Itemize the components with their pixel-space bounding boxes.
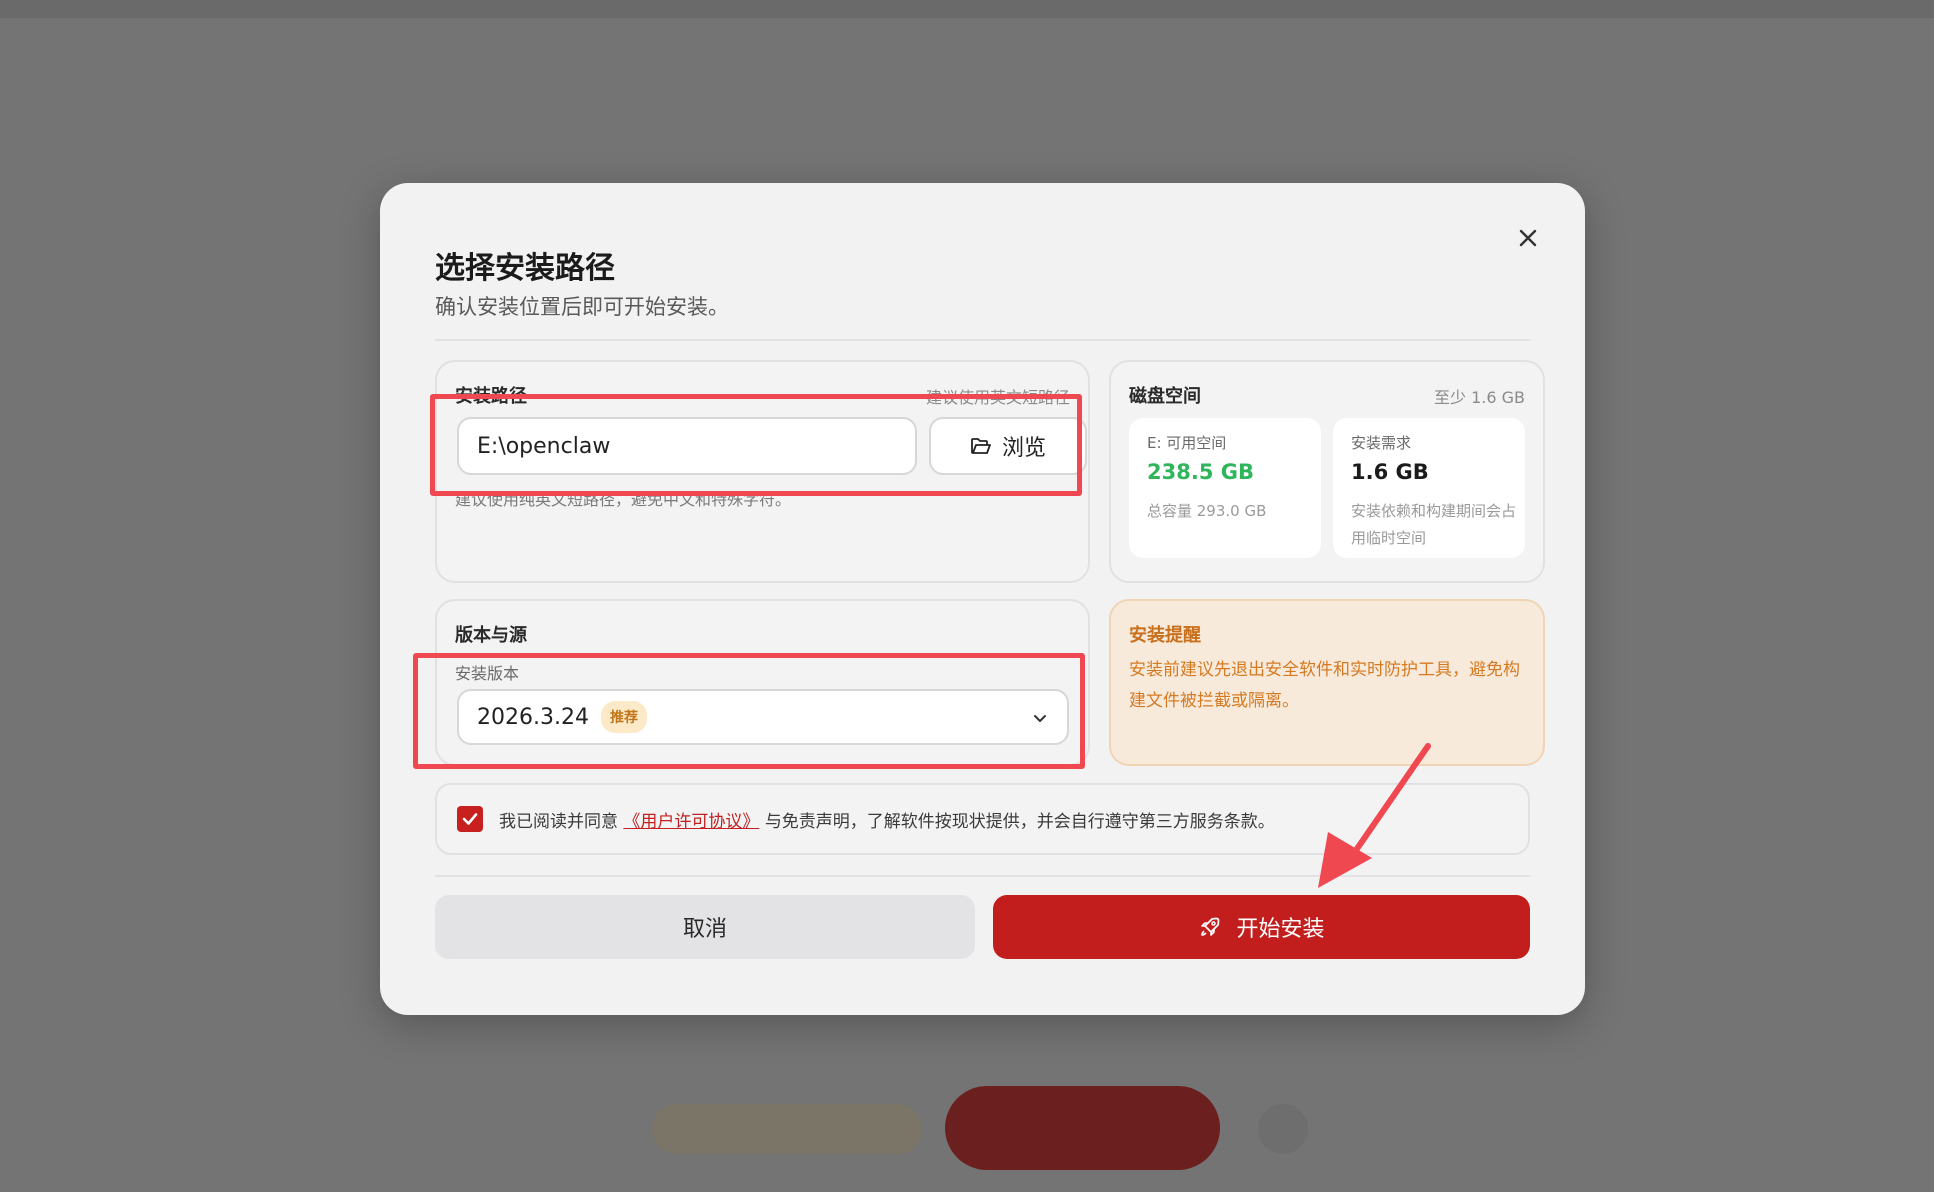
required-space-box: 安装需求 1.6 GB 安装依赖和构建期间会占用临时空间 (1333, 418, 1525, 558)
available-space-value: 238.5 GB (1147, 460, 1254, 484)
agreement-checkbox[interactable] (457, 806, 483, 832)
install-path-value: E:\openclaw (477, 433, 611, 459)
version-selected-value: 2026.3.24 (477, 704, 589, 730)
close-button[interactable] (1511, 221, 1545, 255)
dialog-title: 选择安装路径 (435, 251, 615, 286)
recommended-badge: 推荐 (600, 701, 647, 733)
disk-space-title: 磁盘空间 (1129, 386, 1201, 407)
browse-button[interactable]: 浏览 (929, 417, 1087, 475)
install-path-hint: 建议使用英文短路径 (925, 388, 1070, 407)
total-capacity: 总容量 293.0 GB (1147, 502, 1267, 520)
cancel-button-label: 取消 (682, 917, 727, 942)
background-icon-button (1258, 1104, 1308, 1154)
rocket-icon (1201, 917, 1220, 936)
folder-open-icon (971, 438, 991, 454)
version-card-title: 版本与源 (455, 625, 527, 646)
agreement-prefix: 我已阅读并同意 (499, 811, 618, 832)
agreement-text: 我已阅读并同意 《用户许可协议》 与免责声明，了解软件按现状提供，并会自行遵守第… (499, 807, 1275, 832)
check-icon (462, 813, 478, 825)
install-path-title: 安装路径 (455, 386, 527, 407)
disk-space-hint: 至少 1.6 GB (1434, 388, 1525, 407)
install-path-dialog: 选择安装路径 确认安装位置后即可开始安装。 安装路径 建议使用英文短路径 E:\… (380, 183, 1585, 1015)
install-warning-text: 安装前建议先退出安全软件和实时防护工具，避免构建文件被拦截或隔离。 (1129, 660, 1520, 711)
agreement-row: 我已阅读并同意 《用户许可协议》 与免责声明，了解软件按现状提供，并会自行遵守第… (435, 783, 1530, 855)
required-space-label: 安装需求 (1351, 434, 1412, 452)
version-card: 版本与源 安装版本 2026.3.24 推荐 (435, 599, 1090, 766)
dialog-subtitle: 确认安装位置后即可开始安装。 (435, 295, 729, 319)
start-install-button[interactable]: 开始安装 (993, 895, 1530, 959)
background-title-bar (0, 0, 1934, 18)
required-space-note: 安装依赖和构建期间会占用临时空间 (1351, 502, 1517, 547)
install-path-card: 安装路径 建议使用英文短路径 E:\openclaw 浏览 建议使用纯英文短路径… (435, 360, 1090, 583)
disk-space-card: 磁盘空间 至少 1.6 GB E: 可用空间 238.5 GB 总容量 293.… (1109, 360, 1545, 583)
background-primary-button (945, 1086, 1220, 1170)
available-space-label: E: 可用空间 (1147, 434, 1227, 452)
version-label: 安装版本 (455, 664, 520, 683)
background-secondary-button (652, 1104, 922, 1154)
available-space-box: E: 可用空间 238.5 GB 总容量 293.0 GB (1129, 418, 1321, 558)
install-path-help: 建议使用纯英文短路径，避免中文和特殊字符。 (455, 490, 792, 509)
install-warning-title: 安装提醒 (1129, 625, 1201, 646)
header-divider (435, 339, 1530, 341)
chevron-down-icon (1034, 715, 1046, 722)
footer-divider (435, 875, 1530, 877)
install-path-input[interactable]: E:\openclaw (457, 417, 917, 475)
agreement-suffix: 与免责声明，了解软件按现状提供，并会自行遵守第三方服务条款。 (764, 811, 1275, 832)
cancel-button[interactable]: 取消 (435, 895, 975, 959)
start-install-label: 开始安装 (1236, 917, 1325, 942)
close-icon (1519, 229, 1537, 247)
version-select[interactable]: 2026.3.24 推荐 (457, 689, 1069, 745)
install-warning-card: 安装提醒 安装前建议先退出安全软件和实时防护工具，避免构建文件被拦截或隔离。 (1109, 599, 1545, 766)
browse-button-label: 浏览 (1001, 436, 1046, 461)
license-agreement-link[interactable]: 《用户许可协议》 (623, 812, 759, 832)
required-space-value: 1.6 GB (1351, 460, 1429, 484)
